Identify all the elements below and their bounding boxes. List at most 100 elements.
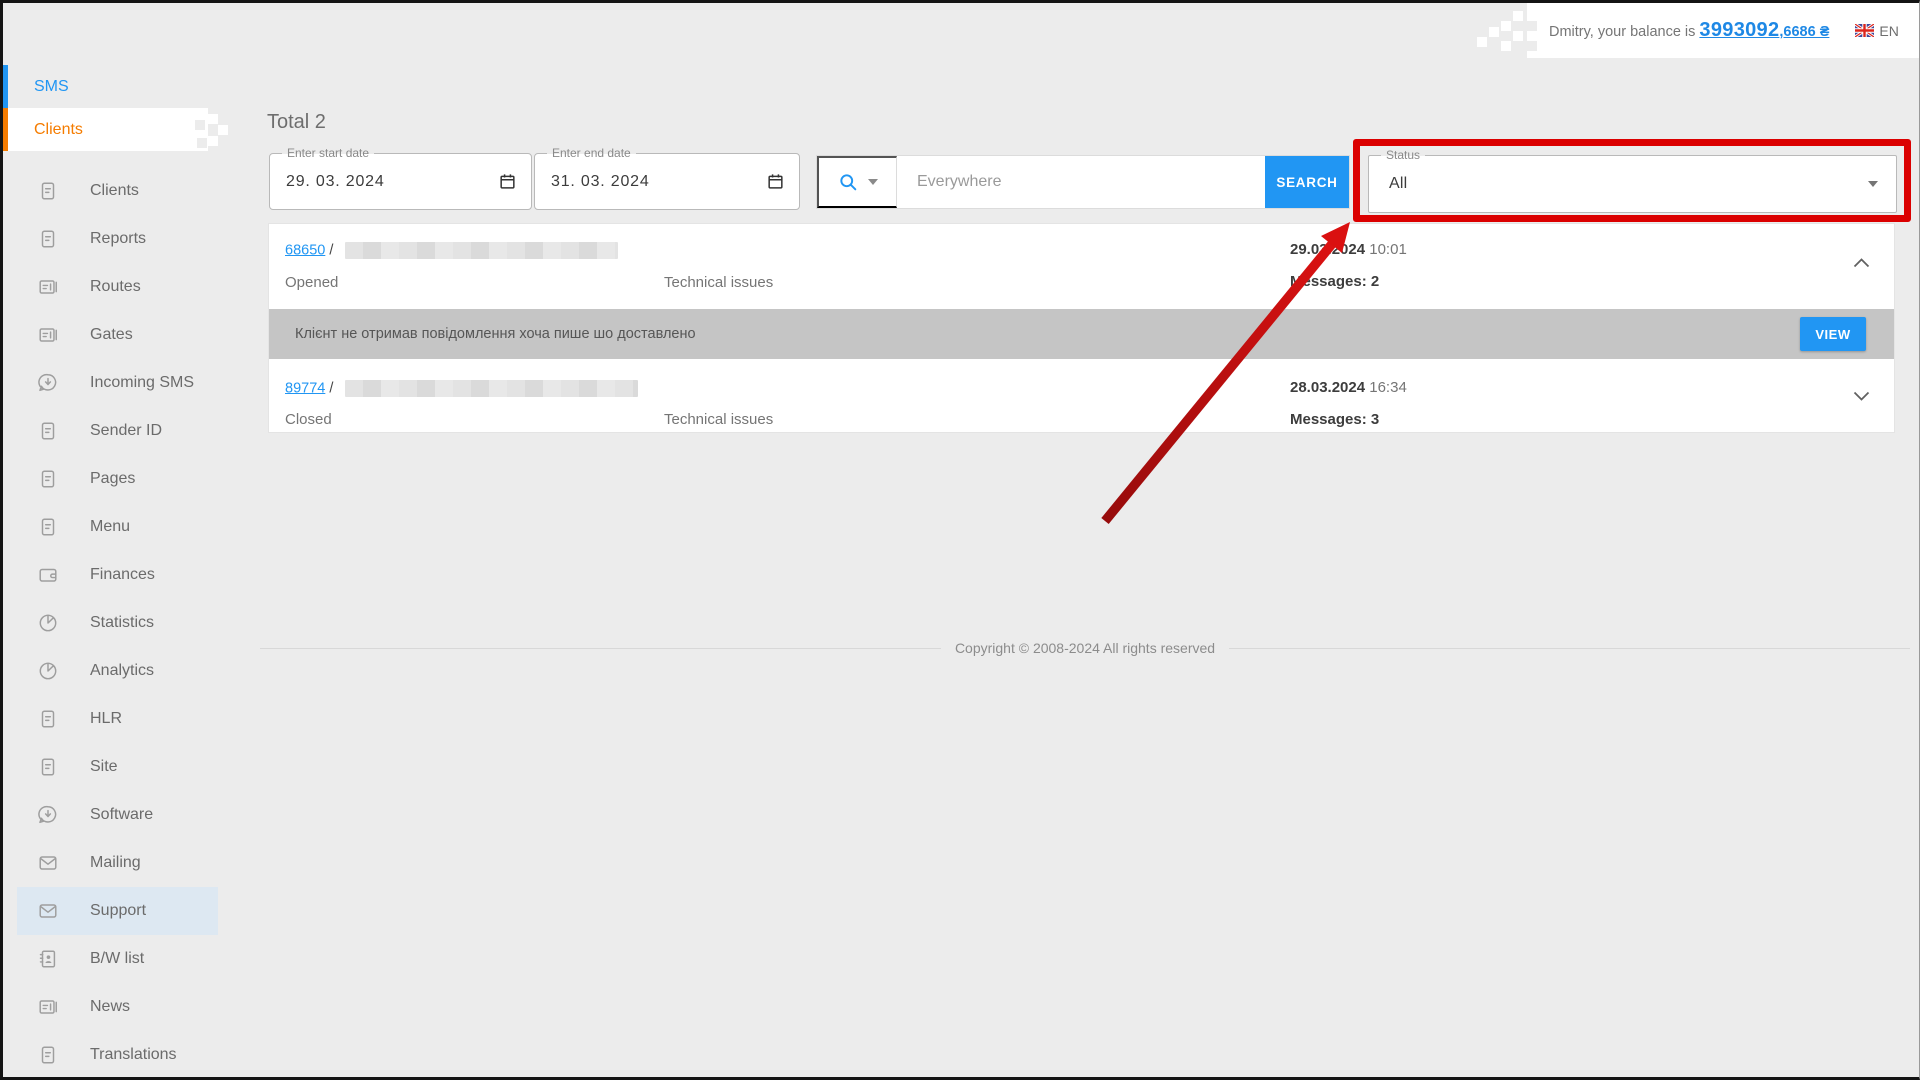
sidebar-item-software[interactable]: Software — [17, 791, 218, 839]
sidebar-item-label: HLR — [90, 710, 122, 728]
chevron-down-icon — [1868, 181, 1878, 187]
sidebar-item-hlr[interactable]: HLR — [17, 695, 218, 743]
view-button[interactable]: VIEW — [1800, 317, 1866, 351]
sidebar-item-label: Site — [90, 758, 118, 776]
sidebar-item-translations[interactable]: Translations — [17, 1031, 218, 1079]
sidebar-item-news[interactable]: News — [17, 983, 218, 1031]
sidebar-item-gates[interactable]: Gates — [17, 311, 218, 359]
chevron-down-icon — [868, 179, 878, 185]
end-date-value: 31. 03. 2024 — [551, 173, 650, 191]
tab-clients-label: Clients — [34, 121, 83, 139]
search-button[interactable]: SEARCH — [1265, 156, 1349, 208]
sidebar-nav: ClientsReportsRoutes Gates Incoming SMS Sen… — [17, 167, 218, 1079]
doc-icon — [37, 516, 59, 538]
doc-icon — [37, 1044, 59, 1066]
contact-book-icon — [37, 948, 59, 970]
bubble-down-icon — [37, 804, 59, 826]
sidebar-item-label: Analytics — [90, 662, 154, 680]
sidebar-item-label: Statistics — [90, 614, 154, 632]
sidebar-item-incoming-sms[interactable]: Incoming SMS — [17, 359, 218, 407]
sidebar-item-b-w-list[interactable]: B/W list — [17, 935, 218, 983]
sidebar-item-label: Finances — [90, 566, 155, 584]
search-icon — [838, 172, 859, 193]
bubble-down-icon — [37, 372, 59, 394]
ticket-message-row: Клієнт не отримав повідомлення хоча пише… — [269, 309, 1894, 359]
tab-clients[interactable]: Clients — [3, 108, 208, 151]
language-switcher[interactable]: EN — [1855, 23, 1898, 39]
ticket-id-link[interactable]: 89774 — [285, 380, 325, 396]
start-date-input[interactable]: Enter start date 29. 03. 2024 — [269, 153, 532, 210]
checker-decoration — [1513, 11, 1523, 21]
sidebar-item-support[interactable]: Support — [17, 887, 218, 935]
end-date-label: Enter end date — [547, 146, 636, 161]
balance-fraction: ,6686 ₴ — [1779, 24, 1829, 40]
sidebar-item-pages[interactable]: Pages — [17, 455, 218, 503]
status-value: All — [1389, 175, 1407, 193]
sidebar-item-label: Menu — [90, 518, 130, 536]
uk-flag-icon — [1855, 24, 1874, 37]
status-select[interactable]: Status All — [1368, 155, 1897, 213]
sidebar-item-label: Incoming SMS — [90, 374, 194, 392]
sidebar-item-clients[interactable]: Clients — [17, 167, 218, 215]
calendar-icon[interactable] — [498, 172, 517, 191]
pie-icon — [37, 660, 59, 682]
balance-link[interactable]: 3993092,6686 ₴ — [1699, 24, 1829, 40]
collapse-ticket-button[interactable] — [1853, 256, 1870, 271]
sidebar-item-sender-id[interactable]: Sender ID — [17, 407, 218, 455]
ticket-row[interactable]: 89774 / Closed Technical issues 28.03.20… — [269, 359, 1894, 434]
ticket-id-separator: / — [329, 242, 333, 258]
sidebar-item-label: Sender ID — [90, 422, 162, 440]
ticket-id-link[interactable]: 68650 — [285, 242, 325, 258]
envelope-icon — [37, 852, 59, 874]
checker-decoration — [1477, 37, 1487, 47]
ticket-category: Technical issues — [664, 274, 773, 291]
chevron-down-icon — [1853, 391, 1870, 401]
tickets-panel: 68650 / Opened Technical issues 29.03.20… — [268, 223, 1895, 433]
ticket-message-text: Клієнт не отримав повідомлення хоча пише… — [295, 326, 696, 342]
checker-decoration — [1513, 31, 1523, 41]
doc-icon — [37, 468, 59, 490]
wallet-icon — [37, 564, 59, 586]
chevron-up-icon — [1853, 258, 1870, 268]
expand-ticket-button[interactable] — [1853, 389, 1870, 404]
card-icon — [37, 996, 59, 1018]
footer: Copyright © 2008-2024 All rights reserve… — [260, 640, 1910, 656]
search-input[interactable] — [897, 156, 1265, 208]
ticket-row[interactable]: 68650 / Opened Technical issues 29.03.20… — [269, 224, 1894, 309]
sidebar-item-finances[interactable]: Finances — [17, 551, 218, 599]
search-scope-button[interactable] — [817, 156, 897, 208]
sidebar-item-site[interactable]: Site — [17, 743, 218, 791]
sidebar-item-mailing[interactable]: Mailing — [17, 839, 218, 887]
balance-amount: 3993092 — [1699, 19, 1779, 41]
checker-decoration — [195, 120, 205, 130]
checker-decoration — [218, 125, 228, 135]
calendar-icon[interactable] — [766, 172, 785, 191]
sidebar-item-reports[interactable]: Reports — [17, 215, 218, 263]
app-window: Dmitry, your balance is 3993092,6686 ₴ E… — [0, 0, 1920, 1080]
balance-text: Dmitry, your balance is 3993092,6686 ₴ — [1549, 19, 1829, 42]
checker-decoration — [1501, 21, 1511, 31]
pie-icon — [37, 612, 59, 634]
checker-decoration — [197, 138, 207, 148]
redacted-client-name — [345, 380, 638, 397]
sidebar-item-analytics[interactable]: Analytics — [17, 647, 218, 695]
sidebar-item-routes[interactable]: Routes — [17, 263, 218, 311]
sidebar-item-label: Gates — [90, 326, 133, 344]
total-count: Total 2 — [267, 111, 326, 134]
sidebar-item-statistics[interactable]: Statistics — [17, 599, 218, 647]
copyright-text: Copyright © 2008-2024 All rights reserve… — [955, 640, 1215, 656]
ticket-id-separator: / — [329, 380, 333, 396]
tab-sms-label: SMS — [34, 78, 69, 96]
sidebar-item-label: Software — [90, 806, 153, 824]
sidebar-item-menu[interactable]: Menu — [17, 503, 218, 551]
sidebar-item-label: News — [90, 998, 130, 1016]
redacted-client-name — [345, 242, 618, 259]
ticket-messages-count: Messages: 3 — [1290, 411, 1379, 428]
language-label: EN — [1879, 23, 1898, 39]
tab-sms[interactable]: SMS — [3, 65, 218, 108]
card-icon — [37, 276, 59, 298]
ticket-time: 10:01 — [1369, 241, 1407, 258]
card-icon — [37, 324, 59, 346]
checker-decoration — [1501, 41, 1511, 51]
end-date-input[interactable]: Enter end date 31. 03. 2024 — [534, 153, 800, 210]
